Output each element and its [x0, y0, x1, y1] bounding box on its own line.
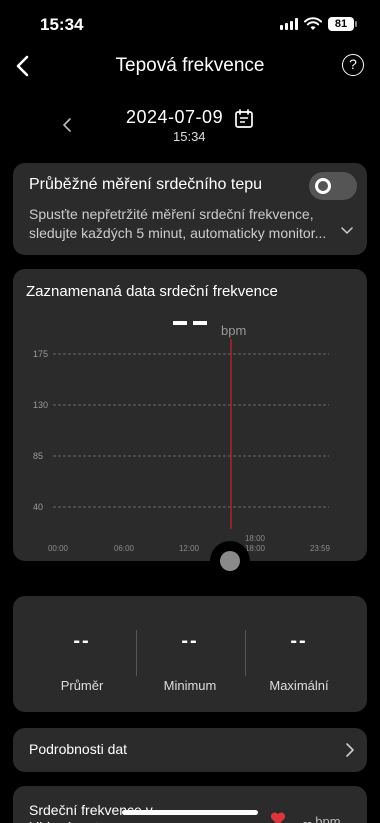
stat-minimum: -- Minimum — [131, 596, 249, 712]
cellular-signal-icon — [280, 18, 298, 30]
cursor-time-label: 18:00 — [245, 534, 266, 543]
stat-minimum-value: -- — [181, 630, 199, 652]
current-bpm-value — [173, 309, 221, 329]
previous-day-icon[interactable] — [60, 115, 76, 135]
resting-heart-rate-value: -- bpm — [303, 814, 341, 823]
date-selector: 2024-07-09 15:34 — [0, 105, 380, 145]
continuous-measurement-description: Spusťte nepřetržité měření srdeční frekv… — [29, 206, 327, 241]
battery-icon: 81 — [328, 17, 357, 31]
status-bar: 15:34 81 — [0, 0, 380, 50]
stat-average: -- Průměr — [23, 596, 141, 712]
chart-title: Zaznamenaná data srdeční frekvence — [26, 283, 278, 300]
data-details-row[interactable]: Podrobnosti dat — [13, 728, 367, 772]
x-tick-label: 23:59 — [310, 544, 331, 553]
selected-date[interactable]: 2024-07-09 — [126, 107, 223, 128]
bpm-unit: bpm — [221, 323, 247, 338]
stat-maximum: -- Maximální — [240, 596, 358, 712]
y-tick-label: 175 — [33, 349, 48, 359]
x-tick-label: 12:00 — [179, 544, 200, 553]
x-tick-label: 00:00 — [48, 544, 69, 553]
page-title: Tepová frekvence — [115, 55, 265, 76]
y-tick-label: 130 — [33, 400, 48, 410]
chevron-down-icon[interactable] — [341, 226, 353, 236]
data-details-label: Podrobnosti dat — [29, 741, 128, 757]
x-tick-label: 06:00 — [114, 544, 135, 553]
chevron-right-icon — [346, 743, 354, 757]
heart-rate-chart[interactable]: 175130854000:00 06:00 12:00 18:00 23:5918:00 — [13, 339, 367, 559]
heart-rate-chart-card: Zaznamenaná data srdeční frekvence bpm 1… — [13, 269, 367, 561]
help-icon[interactable]: ? — [342, 54, 364, 76]
stat-maximum-label: Maximální — [269, 678, 329, 693]
home-indicator — [122, 810, 258, 815]
continuous-measurement-card: Průběžné měření srdečního tepu Spusťte n… — [13, 163, 367, 255]
nav-bar: Tepová frekvence ? — [0, 50, 380, 82]
continuous-measurement-toggle[interactable] — [309, 172, 357, 200]
time-slider-handle[interactable] — [210, 541, 250, 581]
stat-average-label: Průměr — [60, 678, 104, 693]
status-time: 15:34 — [40, 15, 84, 34]
status-icons: 81 — [280, 17, 357, 31]
continuous-measurement-title: Průběžné měření srdečního tepu — [29, 176, 263, 193]
stat-maximum-value: -- — [290, 630, 308, 652]
stat-minimum-label: Minimum — [163, 678, 217, 693]
y-tick-label: 85 — [33, 451, 43, 461]
calendar-icon[interactable] — [234, 109, 254, 129]
heart-icon — [270, 812, 286, 823]
stats-card: -- Průměr -- Minimum -- Maximální — [13, 596, 367, 712]
selected-time: 15:34 — [173, 129, 206, 144]
resting-heart-rate-row[interactable]: Srdeční frekvence v klidovém stavu -- bp… — [13, 786, 367, 823]
stat-average-value: -- — [73, 630, 91, 652]
y-tick-label: 40 — [33, 502, 43, 512]
wifi-icon — [304, 17, 322, 30]
